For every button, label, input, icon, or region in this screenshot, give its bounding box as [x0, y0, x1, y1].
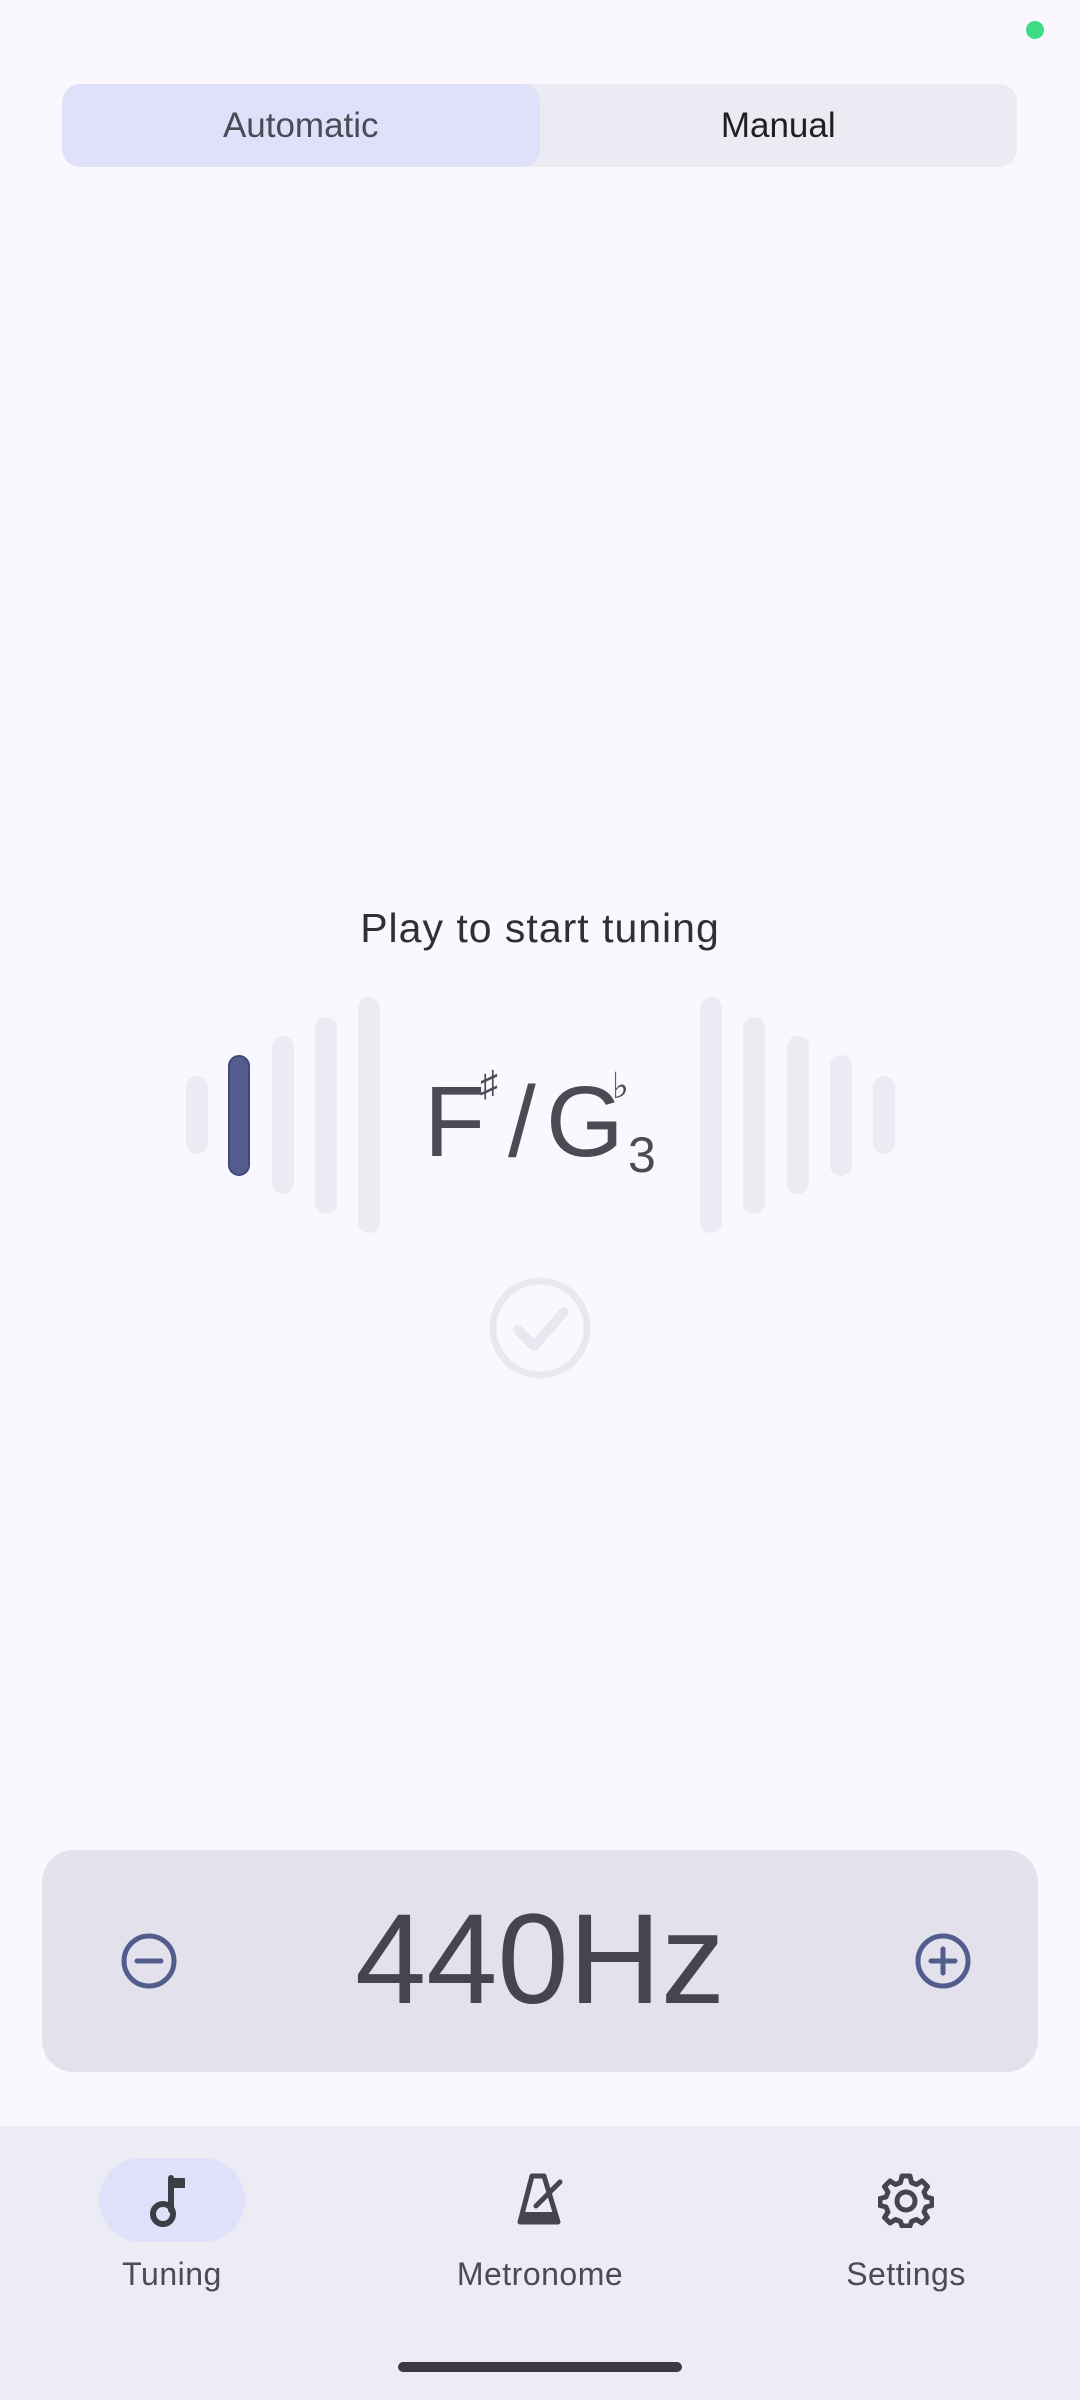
nav-label-metronome: Metronome [456, 2256, 624, 2292]
note-octave: 3 [628, 1127, 656, 1183]
gear-icon [878, 2173, 934, 2228]
meter-bar-left-5 [186, 1076, 208, 1154]
automatic-mode-button[interactable]: Automatic [62, 84, 540, 167]
manual-mode-button[interactable]: Manual [540, 84, 1018, 167]
nav-pill-tuning [99, 2158, 245, 2242]
status-indicator-dot [1026, 21, 1044, 39]
tuning-prompt: Play to start tuning [360, 905, 720, 951]
meter-bar-right-4 [830, 1055, 852, 1176]
nav-pill-settings [833, 2158, 979, 2242]
nav-item-metronome[interactable]: Metronome [390, 2158, 690, 2293]
meter-bar-left-3 [272, 1036, 294, 1194]
meter-bar-left-2 [315, 1017, 337, 1214]
nav-pill-metronome [467, 2158, 613, 2242]
reference-frequency-value: 440Hz [355, 1888, 725, 2031]
increase-frequency-icon[interactable] [914, 1932, 972, 1990]
nav-label-settings: Settings [846, 2256, 966, 2292]
meter-bar-right-1 [700, 997, 722, 1233]
home-indicator[interactable] [398, 2362, 682, 2372]
reference-frequency-card: 440Hz [42, 1850, 1038, 2072]
note-first: F [424, 1066, 486, 1178]
detected-note: F ♯ / G ♭ 3 [420, 1058, 680, 1188]
nav-label-tuning: Tuning [122, 2256, 222, 2292]
nav-item-settings[interactable]: Settings [756, 2158, 1056, 2293]
meter-bar-right-2 [743, 1017, 765, 1214]
note-separator: / [508, 1066, 536, 1178]
note-second-accidental: ♭ [612, 1065, 629, 1106]
bottom-navigation: Tuning Metronome Settings [0, 2126, 1080, 2400]
note-first-accidental: ♯ [480, 1063, 498, 1104]
meter-bar-left-4-active [228, 1055, 250, 1176]
music-note-icon [150, 2175, 185, 2227]
meter-bar-right-5 [873, 1076, 895, 1154]
mode-toggle: Automatic Manual [62, 84, 1017, 167]
meter-bar-left-1 [358, 997, 380, 1233]
in-tune-check-icon [489, 1277, 591, 1379]
metronome-icon [517, 2173, 563, 2225]
nav-item-tuning[interactable]: Tuning [22, 2158, 322, 2293]
meter-bar-right-3 [787, 1036, 809, 1194]
